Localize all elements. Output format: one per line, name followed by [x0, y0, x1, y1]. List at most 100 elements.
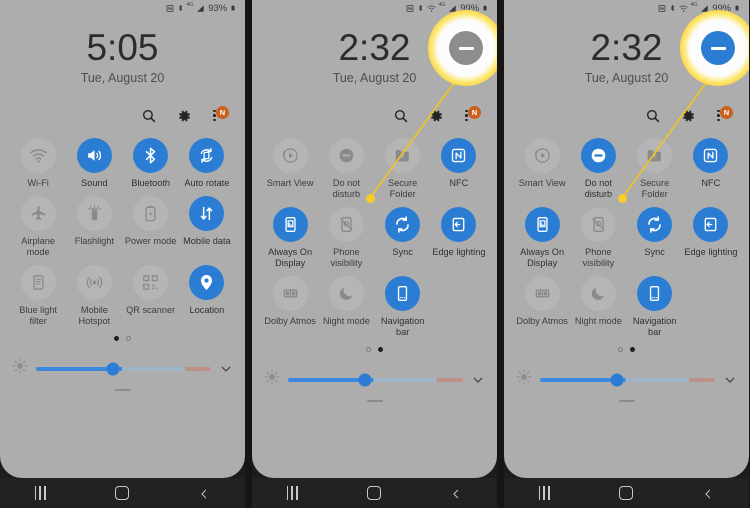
- phone-visibility-icon[interactable]: [580, 206, 616, 242]
- tile-do-not-disturb[interactable]: Do not disturb: [319, 137, 374, 200]
- home-icon[interactable]: [367, 486, 382, 500]
- tile-phone-visibility[interactable]: Phone visibility: [319, 206, 374, 269]
- search-icon[interactable]: [393, 108, 409, 124]
- back-icon[interactable]: [198, 487, 210, 499]
- recents-icon[interactable]: [286, 486, 298, 500]
- tile-always-on-display[interactable]: Always On Display: [263, 206, 318, 269]
- tile-sync[interactable]: Sync: [375, 206, 430, 269]
- tile-sound[interactable]: Sound: [67, 137, 122, 189]
- gear-icon[interactable]: [176, 108, 192, 124]
- smart-view-icon[interactable]: [524, 137, 560, 173]
- home-icon[interactable]: [115, 486, 130, 500]
- tile-phone-visibility[interactable]: Phone visibility: [571, 206, 626, 269]
- chevron-down-icon[interactable]: [471, 373, 485, 387]
- smart-view-icon[interactable]: [272, 137, 308, 173]
- recents-icon[interactable]: [538, 486, 550, 500]
- page-dot[interactable]: [114, 336, 119, 342]
- hotspot-icon[interactable]: [76, 264, 112, 300]
- page-dot[interactable]: [366, 347, 371, 353]
- brightness-slider[interactable]: [288, 373, 463, 387]
- tile-mobile-data[interactable]: Mobile data: [179, 195, 234, 258]
- brightness-slider[interactable]: [540, 373, 715, 387]
- tile-smart-view[interactable]: Smart View: [515, 137, 570, 200]
- home-icon[interactable]: [619, 486, 634, 500]
- navigation-bar-icon[interactable]: [637, 275, 673, 311]
- panel-drag-handle[interactable]: [114, 388, 131, 391]
- edge-lighting-icon[interactable]: [693, 206, 729, 242]
- back-icon[interactable]: [450, 487, 462, 499]
- tile-blue-light-filter[interactable]: Blue light filter: [11, 264, 66, 327]
- do-not-disturb-icon[interactable]: [580, 137, 616, 173]
- tile-smart-view[interactable]: Smart View: [263, 137, 318, 200]
- chevron-down-icon[interactable]: [723, 373, 737, 387]
- tile-always-on-display[interactable]: Always On Display: [515, 206, 570, 269]
- page-dot[interactable]: [378, 347, 383, 353]
- secure-folder-icon[interactable]: [385, 137, 421, 173]
- kebab-menu-icon[interactable]: N: [715, 106, 733, 124]
- sound-icon[interactable]: [76, 137, 112, 173]
- tile-power-mode[interactable]: Power mode: [123, 195, 178, 258]
- always-on-display-icon[interactable]: [524, 206, 560, 242]
- power-mode-icon[interactable]: [133, 195, 169, 231]
- tile-dolby-atmos[interactable]: Dolby Atmos: [515, 275, 570, 338]
- brightness-slider-knob[interactable]: [610, 373, 624, 387]
- tile-navigation-bar[interactable]: Navigation bar: [627, 275, 682, 338]
- nfc-icon[interactable]: [441, 137, 477, 173]
- tile-location[interactable]: Location: [179, 264, 234, 327]
- page-dot[interactable]: [126, 336, 131, 342]
- brightness-slider-knob[interactable]: [106, 362, 120, 376]
- tile-edge-lighting[interactable]: Edge lighting: [683, 206, 738, 269]
- tile-edge-lighting[interactable]: Edge lighting: [431, 206, 486, 269]
- gear-icon[interactable]: [680, 108, 696, 124]
- navigation-bar-icon[interactable]: [385, 275, 421, 311]
- auto-rotate-icon[interactable]: [189, 137, 225, 173]
- tile-wi-fi[interactable]: Wi-Fi: [11, 137, 66, 189]
- panel-drag-handle[interactable]: [366, 399, 383, 402]
- tile-airplane-mode[interactable]: Airplane mode: [11, 195, 66, 258]
- always-on-display-icon[interactable]: [272, 206, 308, 242]
- search-icon[interactable]: [141, 108, 157, 124]
- night-mode-icon[interactable]: [328, 275, 364, 311]
- blue-light-filter-icon[interactable]: [20, 264, 56, 300]
- tile-flashlight[interactable]: Flashlight: [67, 195, 122, 258]
- wifi-icon[interactable]: [20, 137, 56, 173]
- sync-icon[interactable]: [637, 206, 673, 242]
- sync-icon[interactable]: [385, 206, 421, 242]
- gear-icon[interactable]: [428, 108, 444, 124]
- brightness-slider[interactable]: [36, 362, 211, 376]
- tile-qr-scanner[interactable]: QR scanner: [123, 264, 178, 327]
- tile-dolby-atmos[interactable]: Dolby Atmos: [263, 275, 318, 338]
- dolby-atmos-icon[interactable]: [272, 275, 308, 311]
- tile-secure-folder[interactable]: Secure Folder: [375, 137, 430, 200]
- recents-icon[interactable]: [34, 486, 46, 500]
- search-icon[interactable]: [645, 108, 661, 124]
- airplane-icon[interactable]: [20, 195, 56, 231]
- tile-sync[interactable]: Sync: [627, 206, 682, 269]
- phone-visibility-icon[interactable]: [328, 206, 364, 242]
- tile-nfc[interactable]: NFC: [683, 137, 738, 200]
- page-dot[interactable]: [618, 347, 623, 353]
- back-icon[interactable]: [702, 487, 714, 499]
- tile-bluetooth[interactable]: Bluetooth: [123, 137, 178, 189]
- night-mode-icon[interactable]: [580, 275, 616, 311]
- dolby-atmos-icon[interactable]: [524, 275, 560, 311]
- tile-night-mode[interactable]: Night mode: [571, 275, 626, 338]
- tile-mobile-hotspot[interactable]: Mobile Hotspot: [67, 264, 122, 327]
- tile-nfc[interactable]: NFC: [431, 137, 486, 200]
- page-dot[interactable]: [630, 347, 635, 353]
- tile-auto-rotate[interactable]: Auto rotate: [179, 137, 234, 189]
- mobile-data-icon[interactable]: [189, 195, 225, 231]
- brightness-slider-knob[interactable]: [358, 373, 372, 387]
- bluetooth-icon[interactable]: [133, 137, 169, 173]
- edge-lighting-icon[interactable]: [441, 206, 477, 242]
- chevron-down-icon[interactable]: [219, 362, 233, 376]
- kebab-menu-icon[interactable]: N: [211, 106, 229, 124]
- secure-folder-icon[interactable]: [637, 137, 673, 173]
- do-not-disturb-icon[interactable]: [328, 137, 364, 173]
- nfc-icon[interactable]: [693, 137, 729, 173]
- tile-navigation-bar[interactable]: Navigation bar: [375, 275, 430, 338]
- flashlight-icon[interactable]: [76, 195, 112, 231]
- kebab-menu-icon[interactable]: N: [463, 106, 481, 124]
- location-icon[interactable]: [189, 264, 225, 300]
- qr-scanner-icon[interactable]: [133, 264, 169, 300]
